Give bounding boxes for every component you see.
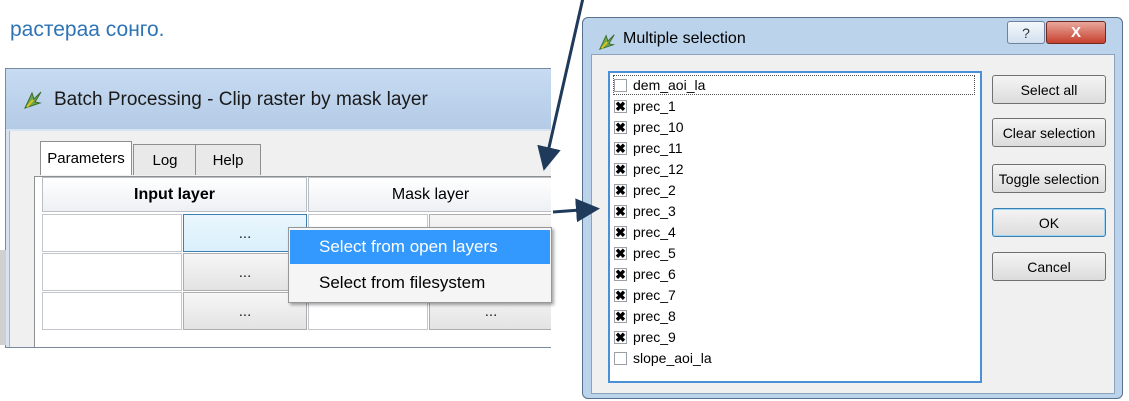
help-button[interactable]: ? bbox=[1007, 21, 1045, 44]
unchecked-checkbox[interactable] bbox=[614, 78, 627, 92]
list-item-label: prec_10 bbox=[633, 119, 684, 135]
checked-checkbox[interactable]: ✖ bbox=[614, 162, 627, 176]
list-item[interactable]: ✖ prec_1 bbox=[614, 97, 676, 115]
cancel-button[interactable]: Cancel bbox=[992, 252, 1106, 281]
list-item[interactable]: ✖ prec_7 bbox=[614, 286, 676, 304]
checked-checkbox[interactable]: ✖ bbox=[614, 330, 627, 344]
multiple-selection-dialog: Multiple selection ? X dem_aoi_la ✖ prec_1… bbox=[582, 17, 1123, 399]
list-item[interactable]: ✖ prec_5 bbox=[614, 244, 676, 262]
list-item-label: prec_5 bbox=[633, 245, 676, 261]
batch-processing-window: Batch Processing - Clip raster by mask l… bbox=[5, 68, 551, 348]
toggle-selection-button[interactable]: Toggle selection bbox=[992, 164, 1106, 193]
input-layer-field[interactable] bbox=[42, 214, 182, 252]
checked-checkbox[interactable]: ✖ bbox=[614, 225, 627, 239]
list-item-label: prec_1 bbox=[633, 98, 676, 114]
list-item[interactable]: dem_aoi_la bbox=[613, 75, 975, 95]
input-layer-field[interactable] bbox=[42, 292, 182, 330]
input-layer-field[interactable] bbox=[42, 253, 182, 291]
list-item[interactable]: ✖ prec_9 bbox=[614, 328, 676, 346]
list-item[interactable]: ✖ prec_4 bbox=[614, 223, 676, 241]
list-item[interactable]: slope_aoi_la bbox=[614, 349, 712, 367]
list-item-label: prec_8 bbox=[633, 308, 676, 324]
tab-log[interactable]: Log bbox=[133, 144, 197, 175]
tab-parameters[interactable]: Parameters bbox=[40, 141, 132, 175]
layer-source-context-menu: Select from open layers Select from file… bbox=[288, 227, 552, 303]
checked-checkbox[interactable]: ✖ bbox=[614, 309, 627, 323]
checked-checkbox[interactable]: ✖ bbox=[614, 204, 627, 218]
checked-checkbox[interactable]: ✖ bbox=[614, 99, 627, 113]
list-item[interactable]: ✖ prec_2 bbox=[614, 181, 676, 199]
list-item-label: prec_2 bbox=[633, 182, 676, 198]
batch-titlebar: Batch Processing - Clip raster by mask l… bbox=[6, 69, 551, 129]
dialog-title: Multiple selection bbox=[623, 30, 746, 47]
list-item[interactable]: ✖ prec_11 bbox=[614, 139, 683, 157]
list-item-label: prec_7 bbox=[633, 287, 676, 303]
ok-button[interactable]: OK bbox=[992, 208, 1106, 237]
checked-checkbox[interactable]: ✖ bbox=[614, 267, 627, 281]
checked-checkbox[interactable]: ✖ bbox=[614, 288, 627, 302]
column-header-mask-layer[interactable]: Mask layer bbox=[308, 177, 551, 212]
close-button[interactable]: X bbox=[1046, 21, 1106, 44]
list-item-label: dem_aoi_la bbox=[633, 77, 706, 93]
unchecked-checkbox[interactable] bbox=[614, 351, 627, 365]
list-item[interactable]: ✖ prec_10 bbox=[614, 118, 684, 136]
list-item-label: prec_12 bbox=[633, 161, 684, 177]
list-item-label: prec_4 bbox=[633, 224, 676, 240]
list-item-label: prec_3 bbox=[633, 203, 676, 219]
select-all-button[interactable]: Select all bbox=[992, 75, 1106, 104]
layer-selection-list[interactable]: dem_aoi_la ✖ prec_1 ✖ prec_10 ✖ prec_11 ✖ prec_1… bbox=[608, 71, 982, 383]
window-edge-scrollbar bbox=[0, 250, 6, 345]
list-item-label: slope_aoi_la bbox=[633, 350, 712, 366]
checked-checkbox[interactable]: ✖ bbox=[614, 120, 627, 134]
checked-checkbox[interactable]: ✖ bbox=[614, 141, 627, 155]
list-item-label: prec_11 bbox=[633, 140, 683, 156]
list-item[interactable]: ✖ prec_6 bbox=[614, 265, 676, 283]
checked-checkbox[interactable]: ✖ bbox=[614, 246, 627, 260]
clear-selection-button[interactable]: Clear selection bbox=[992, 118, 1106, 147]
checked-checkbox[interactable]: ✖ bbox=[614, 183, 627, 197]
list-item-label: prec_9 bbox=[633, 329, 676, 345]
batch-window-title: Batch Processing - Clip raster by mask l… bbox=[54, 89, 428, 110]
list-item[interactable]: ✖ prec_8 bbox=[614, 307, 676, 325]
qgis-icon bbox=[597, 32, 617, 56]
list-item[interactable]: ✖ prec_3 bbox=[614, 202, 676, 220]
menu-item-select-from-open-layers[interactable]: Select from open layers bbox=[290, 230, 550, 264]
tab-help[interactable]: Help bbox=[195, 144, 261, 175]
menu-item-select-from-filesystem[interactable]: Select from filesystem bbox=[290, 266, 550, 300]
column-header-input-layer[interactable]: Input layer bbox=[42, 177, 307, 212]
list-item-label: prec_6 bbox=[633, 266, 676, 282]
dialog-body: dem_aoi_la ✖ prec_1 ✖ prec_10 ✖ prec_11 ✖ prec_1… bbox=[591, 54, 1115, 394]
instruction-caption: растераа сонго. bbox=[10, 18, 165, 41]
list-item[interactable]: ✖ prec_12 bbox=[614, 160, 684, 178]
qgis-icon bbox=[22, 89, 44, 115]
